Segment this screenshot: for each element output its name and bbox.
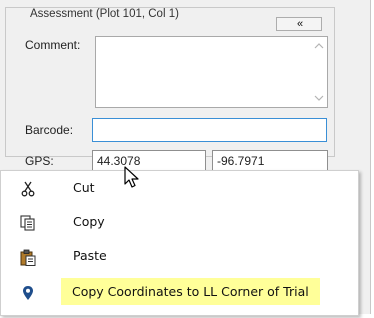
barcode-input[interactable] bbox=[92, 118, 327, 142]
comment-label: Comment: bbox=[25, 38, 81, 52]
menu-item-label: Cut bbox=[73, 180, 95, 195]
scissors-icon bbox=[19, 180, 37, 198]
map-pin-icon bbox=[19, 284, 37, 302]
comment-textarea[interactable] bbox=[95, 36, 328, 108]
menu-item-label: Copy bbox=[73, 214, 105, 229]
gps-latitude-input[interactable]: 44.3078 bbox=[92, 150, 206, 172]
menu-item-copy-coordinates[interactable]: Copy Coordinates to LL Corner of Trial bbox=[1, 275, 358, 309]
collapse-button[interactable]: « bbox=[276, 17, 322, 31]
context-menu: Cut Copy Paste Copy Coordinates to LL Co… bbox=[0, 170, 359, 316]
scroll-down-icon[interactable] bbox=[311, 91, 327, 105]
mouse-cursor-icon bbox=[124, 166, 140, 193]
comment-scrollbar[interactable] bbox=[311, 37, 327, 107]
paste-icon bbox=[19, 248, 37, 266]
gps-longitude-input[interactable]: -96.7971 bbox=[212, 150, 328, 172]
gps-label: GPS: bbox=[25, 154, 54, 168]
menu-item-label: Paste bbox=[73, 248, 107, 263]
scroll-up-icon[interactable] bbox=[311, 39, 327, 53]
menu-item-paste[interactable]: Paste bbox=[1, 239, 358, 273]
group-title: Assessment (Plot 101, Col 1) bbox=[28, 8, 181, 20]
menu-item-copy[interactable]: Copy bbox=[1, 205, 358, 239]
double-chevron-left-icon: « bbox=[296, 17, 303, 30]
menu-item-label: Copy Coordinates to LL Corner of Trial bbox=[61, 278, 320, 305]
copy-icon bbox=[19, 214, 37, 232]
menu-item-cut[interactable]: Cut bbox=[1, 171, 358, 205]
barcode-label: Barcode: bbox=[25, 123, 74, 137]
